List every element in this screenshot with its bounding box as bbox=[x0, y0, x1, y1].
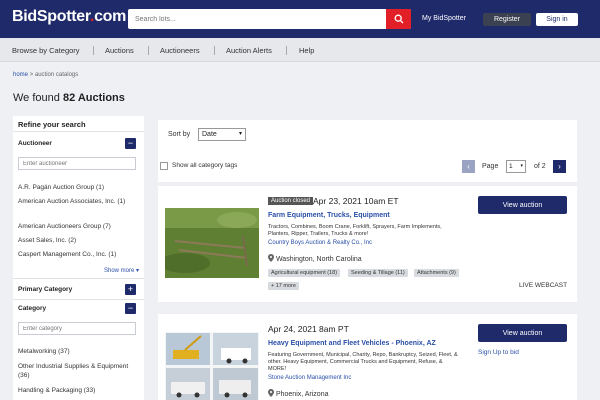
page-value: 1 bbox=[509, 163, 513, 170]
nav-separator bbox=[148, 46, 149, 55]
search-box bbox=[128, 9, 411, 29]
category-option[interactable]: Other Industrial Supplies & Equipment (3… bbox=[18, 362, 138, 380]
show-all-tags-label: Show all category tags bbox=[172, 162, 238, 169]
primary-category-filter-label: Primary Category bbox=[18, 286, 73, 293]
signin-button[interactable]: Sign in bbox=[536, 13, 578, 26]
nav-separator bbox=[93, 46, 94, 55]
auctioneer-option[interactable]: A.R. Pagán Auction Group (1) bbox=[18, 183, 138, 192]
category-tag[interactable]: Seeding & Tillage (11) bbox=[348, 269, 408, 277]
category-tag[interactable]: Agricultural equipment (18) bbox=[268, 269, 341, 277]
next-page-button[interactable]: › bbox=[553, 160, 566, 173]
category-collapse-toggle[interactable]: − bbox=[125, 303, 136, 314]
auctioneer-search-input[interactable] bbox=[18, 157, 136, 170]
breadcrumb-separator: > bbox=[29, 72, 34, 78]
my-account-link[interactable]: My BidSpotter bbox=[422, 15, 466, 22]
more-tags-link[interactable]: + 17 more bbox=[268, 282, 299, 290]
search-input[interactable] bbox=[128, 9, 386, 29]
location-pin-icon bbox=[268, 389, 274, 397]
farm-equipment-image bbox=[165, 208, 259, 278]
sort-by-label: Sort by bbox=[168, 131, 191, 138]
auctioneer-option[interactable]: Asset Sales, Inc. (2) bbox=[18, 236, 138, 245]
heavy-equipment-image bbox=[165, 332, 259, 400]
sort-by-select[interactable]: Date ▾ bbox=[198, 128, 246, 141]
auction-date: Apr 23, 2021 10am ET bbox=[313, 196, 399, 206]
auction-card: Apr 24, 2021 8am PT Heavy Equipment and … bbox=[158, 314, 577, 400]
category-option[interactable]: Handling & Packaging (33) bbox=[18, 386, 138, 395]
auction-location: Washington, North Carolina bbox=[268, 254, 362, 263]
category-filter-label: Category bbox=[18, 305, 47, 312]
category-option[interactable]: Metalworking (37) bbox=[18, 347, 138, 356]
sort-and-pagination-bar: Sort by Date ▾ Show all category tags ‹ … bbox=[158, 120, 577, 182]
chevron-down-icon: ▾ bbox=[238, 131, 242, 137]
view-auction-button[interactable]: View auction bbox=[478, 324, 567, 342]
nav-separator bbox=[214, 46, 215, 55]
main-nav: Browse by Category Auctions Auctioneers … bbox=[0, 38, 600, 62]
nav-auctioneers[interactable]: Auctioneers bbox=[160, 46, 200, 55]
category-tag[interactable]: Attachments (9) bbox=[414, 269, 459, 277]
results-count-heading: We found 82 Auctions bbox=[13, 92, 125, 104]
refine-title: Refine your search bbox=[18, 120, 86, 129]
divider bbox=[13, 278, 144, 279]
sign-up-to-bid-link[interactable]: Sign Up to bid bbox=[478, 349, 519, 356]
divider bbox=[13, 131, 144, 132]
divider bbox=[13, 299, 144, 300]
top-header: BidSpotter.com My BidSpotter Register Si… bbox=[0, 0, 600, 38]
auction-card: Auction closed Apr 23, 2021 10am ET Farm… bbox=[158, 186, 577, 302]
live-webcast-label: LIVE WEBCAST bbox=[519, 282, 568, 289]
auctioneer-link[interactable]: Country Boys Auction & Realty Co., Inc bbox=[268, 240, 372, 246]
refine-sidebar: Refine your search Auctioneer − A.R. Pag… bbox=[13, 116, 144, 400]
page-label: Page bbox=[482, 163, 499, 170]
search-button[interactable] bbox=[386, 9, 411, 29]
nav-help[interactable]: Help bbox=[299, 46, 314, 55]
nav-separator bbox=[286, 46, 287, 55]
auctioneer-collapse-toggle[interactable]: − bbox=[125, 138, 136, 149]
auction-description: Featuring Government, Municipal, Charity… bbox=[268, 352, 458, 372]
primary-category-expand-toggle[interactable]: + bbox=[125, 284, 136, 295]
auctioneer-option[interactable]: American Auctioneers Group (7) bbox=[18, 222, 138, 231]
page-select[interactable]: 1 ▾ bbox=[506, 160, 526, 173]
auction-thumbnail[interactable] bbox=[165, 332, 259, 400]
sort-by-value: Date bbox=[202, 131, 217, 138]
nav-auction-alerts[interactable]: Auction Alerts bbox=[226, 46, 272, 55]
status-badge: Auction closed bbox=[268, 197, 314, 205]
auction-title-link[interactable]: Heavy Equipment and Fleet Vehicles - Pho… bbox=[268, 340, 436, 347]
auction-location: Phoenix, Arizona bbox=[268, 389, 329, 398]
bidspotter-logo[interactable]: BidSpotter.com bbox=[12, 8, 126, 26]
breadcrumb: home > auction catalogs bbox=[13, 72, 78, 78]
view-auction-button[interactable]: View auction bbox=[478, 196, 567, 214]
breadcrumb-current: auction catalogs bbox=[34, 72, 79, 78]
nav-auctions[interactable]: Auctions bbox=[105, 46, 134, 55]
chevron-down-icon: ▾ bbox=[520, 163, 523, 169]
previous-page-button[interactable]: ‹ bbox=[462, 160, 475, 173]
location-pin-icon bbox=[268, 254, 274, 262]
show-all-tags-checkbox[interactable] bbox=[160, 162, 168, 170]
auctioneer-show-more-link[interactable]: Show more ▾ bbox=[104, 267, 139, 274]
auction-date: Apr 24, 2021 8am PT bbox=[268, 324, 349, 334]
auction-description: Tractors, Combines, Boom Crane, Forklift… bbox=[268, 224, 442, 237]
register-button[interactable]: Register bbox=[483, 13, 531, 26]
page-total: of 2 bbox=[534, 163, 546, 170]
auction-title-link[interactable]: Farm Equipment, Trucks, Equipment bbox=[268, 212, 390, 219]
auctioneer-filter-label: Auctioneer bbox=[18, 140, 52, 147]
search-icon bbox=[394, 14, 403, 24]
category-search-input[interactable] bbox=[18, 322, 136, 335]
auctioneer-option[interactable]: American Auction Associates, Inc. (1) bbox=[18, 197, 138, 206]
auctioneer-option[interactable]: Caspert Management Co., Inc. (1) bbox=[18, 250, 138, 259]
breadcrumb-home[interactable]: home bbox=[13, 72, 28, 78]
auctioneer-link[interactable]: Stone Auction Management Inc bbox=[268, 375, 351, 381]
nav-browse-by-category[interactable]: Browse by Category bbox=[12, 46, 80, 55]
auction-thumbnail[interactable] bbox=[165, 208, 259, 278]
